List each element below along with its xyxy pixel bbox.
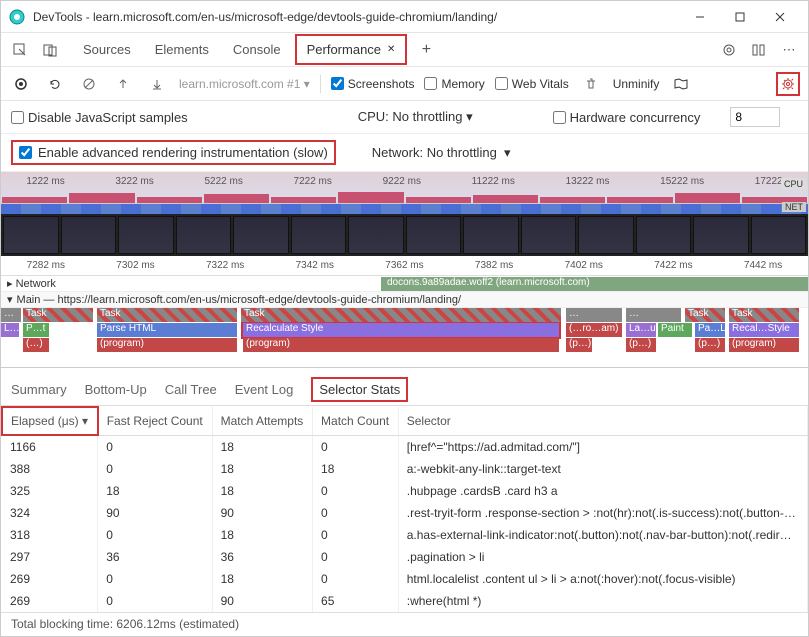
program-block[interactable]: (program): [243, 338, 559, 352]
col-elapsed[interactable]: Elapsed (μs) ▾: [2, 407, 98, 435]
reload-record-button[interactable]: [43, 72, 67, 96]
network-overview-strip[interactable]: NET: [1, 204, 808, 214]
tab-close-icon[interactable]: ✕: [387, 44, 395, 55]
main-thread-header[interactable]: ▾ Main — https://learn.microsoft.com/en-…: [1, 292, 808, 308]
recal-style-short[interactable]: Recal…Style: [729, 323, 799, 337]
device-toggle-icon[interactable]: [35, 35, 65, 65]
tab-performance-label: Performance: [307, 42, 381, 57]
tab-elements[interactable]: Elements: [145, 36, 219, 63]
network-resource[interactable]: docons.9a89adae.woff2 (learn.microsoft.c…: [381, 277, 808, 291]
network-label: Network:: [372, 145, 423, 160]
tab-bottom-up[interactable]: Bottom-Up: [85, 382, 147, 397]
upload-icon[interactable]: [111, 72, 135, 96]
table-row[interactable]: 32490900.rest-tryit-form .response-secti…: [2, 502, 808, 524]
hardware-concurrency-input[interactable]: [730, 107, 780, 127]
advanced-rendering-checkbox[interactable]: Enable advanced rendering instrumentatio…: [11, 140, 336, 165]
minimize-button[interactable]: [680, 3, 720, 31]
tab-performance[interactable]: Performance ✕: [295, 34, 408, 65]
hardware-concurrency-checkbox[interactable]: Hardware concurrency: [553, 110, 701, 125]
cpu-track-label: CPU: [781, 178, 806, 190]
col-fast-reject[interactable]: Fast Reject Count: [98, 407, 212, 435]
trash-icon[interactable]: [579, 72, 603, 96]
net-track-label: NET: [782, 202, 806, 212]
download-icon[interactable]: [145, 72, 169, 96]
details-tabs: Summary Bottom-Up Call Tree Event Log Se…: [1, 374, 808, 406]
panel-tab-bar: Sources Elements Console Performance ✕ +…: [1, 33, 808, 67]
table-row[interactable]: 32518180.hubpage .cardsB .card h3 a: [2, 480, 808, 502]
more-icon[interactable]: ⋯: [774, 35, 804, 65]
unminify-button[interactable]: Unminify: [613, 77, 660, 91]
screenshot-filmstrip[interactable]: [1, 214, 808, 256]
capture-settings-row2: Enable advanced rendering instrumentatio…: [1, 134, 808, 172]
time-ruler[interactable]: 7282 ms7302 ms7322 ms7342 ms7362 ms7382 …: [1, 256, 808, 276]
network-track[interactable]: ▸ Network docons.9a89adae.woff2 (learn.m…: [1, 276, 808, 292]
task-block[interactable]: Task: [685, 308, 725, 322]
program-block[interactable]: (p…): [626, 338, 656, 352]
recalculate-style-block[interactable]: Recalculate Style: [243, 323, 559, 337]
table-row[interactable]: 26909065:where(html *): [2, 590, 808, 612]
task-block[interactable]: Task: [23, 308, 93, 322]
tab-console[interactable]: Console: [223, 36, 291, 63]
program-block[interactable]: (p…): [695, 338, 725, 352]
timeline-overview[interactable]: 1222 ms 3222 ms 5222 ms 7222 ms 9222 ms …: [1, 172, 808, 204]
table-row[interactable]: 29736360.pagination > li: [2, 546, 808, 568]
cpu-throttle-dropdown[interactable]: No throttling ▾: [392, 109, 472, 124]
task-block[interactable]: …: [626, 308, 681, 322]
col-selector[interactable]: Selector: [398, 407, 807, 435]
selector-stats-table[interactable]: Elapsed (μs) ▾ Fast Reject Count Match A…: [1, 406, 808, 612]
flame-chart[interactable]: … Task Task Task … … Task Task L… P…t Pa…: [1, 308, 808, 368]
cpu-label: CPU:: [358, 109, 389, 124]
record-button[interactable]: [9, 72, 33, 96]
performance-toolbar: learn.microsoft.com #1 ▾ Screenshots Mem…: [1, 67, 808, 101]
experiments-icon[interactable]: [744, 35, 774, 65]
settings-icon[interactable]: [714, 35, 744, 65]
recording-url[interactable]: learn.microsoft.com #1 ▾: [179, 77, 310, 91]
status-bar: Total blocking time: 6206.12ms (estimate…: [1, 612, 808, 636]
task-block[interactable]: Task: [97, 308, 237, 322]
tab-sources[interactable]: Sources: [73, 36, 141, 63]
tab-selector-stats[interactable]: Selector Stats: [311, 377, 408, 402]
tab-summary[interactable]: Summary: [11, 382, 67, 397]
program-block[interactable]: (program): [729, 338, 799, 352]
inspect-icon[interactable]: [5, 35, 35, 65]
program-block[interactable]: (p…): [566, 338, 592, 352]
table-row[interactable]: 38801818a:-webkit-any-link::target-text: [2, 458, 808, 480]
paint-block[interactable]: Paint: [658, 323, 692, 337]
program-block[interactable]: (program): [97, 338, 237, 352]
program-block[interactable]: (…): [23, 338, 49, 352]
close-button[interactable]: [760, 3, 800, 31]
capture-settings-row1: Disable JavaScript samples CPU: No throt…: [1, 101, 808, 134]
window-title: DevTools - learn.microsoft.com/en-us/mic…: [33, 10, 680, 24]
task-block[interactable]: …: [566, 308, 622, 322]
map-icon[interactable]: [669, 72, 693, 96]
screenshots-checkbox[interactable]: Screenshots: [331, 77, 415, 91]
table-row[interactable]: 3180180a.has-external-link-indicator:not…: [2, 524, 808, 546]
disable-js-samples-checkbox[interactable]: Disable JavaScript samples: [11, 110, 188, 125]
webvitals-checkbox[interactable]: Web Vitals: [495, 77, 569, 91]
tab-call-tree[interactable]: Call Tree: [165, 382, 217, 397]
program-block[interactable]: (…ro…am): [566, 323, 622, 337]
task-block[interactable]: …: [1, 308, 21, 322]
tab-event-log[interactable]: Event Log: [235, 382, 294, 397]
table-row[interactable]: 2690180html.localelist .content ul > li …: [2, 568, 808, 590]
col-match-attempts[interactable]: Match Attempts: [212, 407, 312, 435]
clear-button[interactable]: [77, 72, 101, 96]
add-tab-button[interactable]: +: [411, 35, 441, 65]
subtask[interactable]: P…t: [23, 323, 49, 337]
col-match-count[interactable]: Match Count: [313, 407, 399, 435]
table-row[interactable]: 11660180[href^="https://ad.admitad.com/"…: [2, 435, 808, 458]
parse-html-block[interactable]: Parse HTML: [97, 323, 237, 337]
maximize-button[interactable]: [720, 3, 760, 31]
network-throttle-dropdown[interactable]: No throttling ▾: [427, 145, 511, 160]
subtask[interactable]: L…: [1, 323, 19, 337]
capture-settings-icon[interactable]: [776, 72, 800, 96]
subtask[interactable]: Pa…L: [695, 323, 725, 337]
memory-checkbox[interactable]: Memory: [424, 77, 484, 91]
devtools-icon: [9, 9, 25, 25]
task-block[interactable]: Task: [241, 308, 561, 322]
task-block[interactable]: Task: [729, 308, 799, 322]
layout-block[interactable]: La…ut: [626, 323, 656, 337]
titlebar: DevTools - learn.microsoft.com/en-us/mic…: [1, 1, 808, 33]
